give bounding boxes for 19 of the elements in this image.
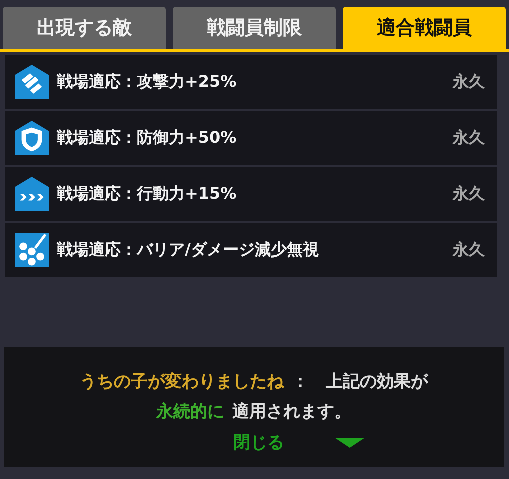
- message-text: 永続的に 適用されます。: [155, 401, 352, 424]
- close-button[interactable]: 閉じる: [234, 431, 284, 454]
- effect-label: 戦場適応：攻撃力+25%: [57, 72, 238, 92]
- broken-hexagons-icon: [15, 232, 49, 268]
- effect-duration: 永久: [453, 184, 485, 204]
- effect-duration: 永久: [453, 72, 485, 92]
- effect-duration: 永久: [453, 128, 485, 148]
- tab[interactable]: 戦闘員制限: [173, 7, 336, 49]
- triangle-down-icon: [334, 438, 364, 448]
- effect-label: 戦場適応：行動力+15%: [57, 184, 238, 204]
- bullets-icon: [15, 64, 49, 100]
- chevrons-icon: [15, 176, 49, 212]
- message-text: うちの子が変わりましたね ： 上記の効果が: [79, 371, 430, 394]
- tab[interactable]: 出現する敵: [3, 7, 166, 49]
- tab[interactable]: 適合戦闘員: [343, 7, 506, 49]
- effect-label: 戦場適応：防御力+50%: [57, 128, 238, 148]
- effect-label: 戦場適応：バリア/ダメージ減少無視: [57, 240, 320, 260]
- effect-duration: 永久: [453, 240, 485, 260]
- shield-icon: [15, 120, 49, 156]
